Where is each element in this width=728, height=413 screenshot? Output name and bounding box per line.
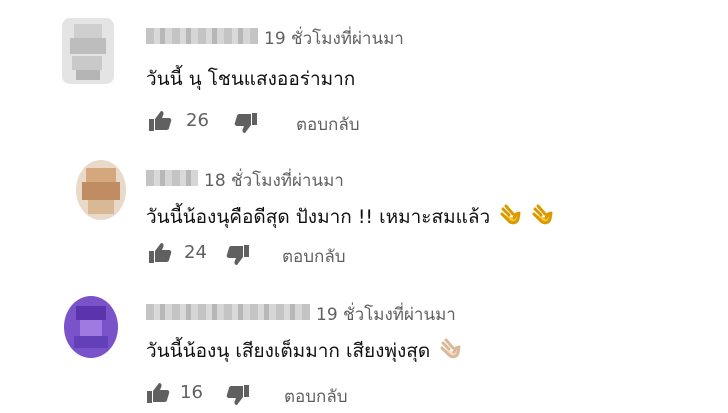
reply-button[interactable]: ตอบกลับ	[296, 111, 360, 138]
dislike-icon[interactable]	[234, 112, 258, 138]
avatar[interactable]	[76, 160, 126, 220]
comment-1: 19 ชั่วโมงที่ผ่านมา วันนี้ นุ โชนแสงออร่…	[0, 0, 728, 140]
comment-actions: 16 ตอบกลับ	[146, 382, 406, 408]
comment-actions: 24 ตอบกลับ	[148, 242, 408, 268]
reply-button[interactable]: ตอบกลับ	[284, 383, 348, 410]
clapping-hands-icon	[438, 337, 462, 366]
author-name[interactable]	[146, 170, 198, 186]
avatar[interactable]	[62, 18, 114, 84]
comment-time[interactable]: 19 ชั่วโมงที่ผ่านมา	[264, 25, 404, 52]
comment-2: 18 ชั่วโมงที่ผ่านมา วันนี้น้องนุคือดีสุด…	[0, 140, 728, 280]
comment-time[interactable]: 19 ชั่วโมงที่ผ่านมา	[316, 301, 456, 328]
like-count: 24	[184, 242, 207, 263]
clapping-hands-icon	[530, 203, 554, 232]
dislike-icon[interactable]	[226, 244, 250, 270]
like-icon[interactable]	[146, 382, 170, 408]
comment-text-body: วันนี้น้องนุ เสียงเต็มมาก เสียงพุ่งสุด	[146, 340, 431, 362]
like-count: 16	[180, 382, 203, 403]
comment-actions: 26 ตอบกลับ	[148, 110, 408, 136]
comment-3: 19 ชั่วโมงที่ผ่านมา วันนี้น้องนุ เสียงเต…	[0, 280, 728, 413]
reply-button[interactable]: ตอบกลับ	[282, 243, 346, 270]
author-name[interactable]	[146, 28, 258, 44]
comment-text-body: วันนี้น้องนุคือดีสุด ปังมาก !! เหมาะสมแล…	[146, 206, 491, 228]
avatar[interactable]	[64, 296, 118, 358]
dislike-icon[interactable]	[226, 384, 250, 410]
comment-text: วันนี้ นุ โชนแสงออร่ามาก	[146, 68, 356, 90]
like-icon[interactable]	[148, 110, 172, 136]
clapping-hands-icon	[498, 203, 522, 232]
author-name[interactable]	[146, 304, 310, 320]
comment-time[interactable]: 18 ชั่วโมงที่ผ่านมา	[204, 167, 344, 194]
like-count: 26	[186, 110, 209, 131]
comment-text: วันนี้น้องนุ เสียงเต็มมาก เสียงพุ่งสุด	[146, 336, 462, 366]
comment-text: วันนี้น้องนุคือดีสุด ปังมาก !! เหมาะสมแล…	[146, 202, 554, 232]
like-icon[interactable]	[148, 242, 172, 268]
